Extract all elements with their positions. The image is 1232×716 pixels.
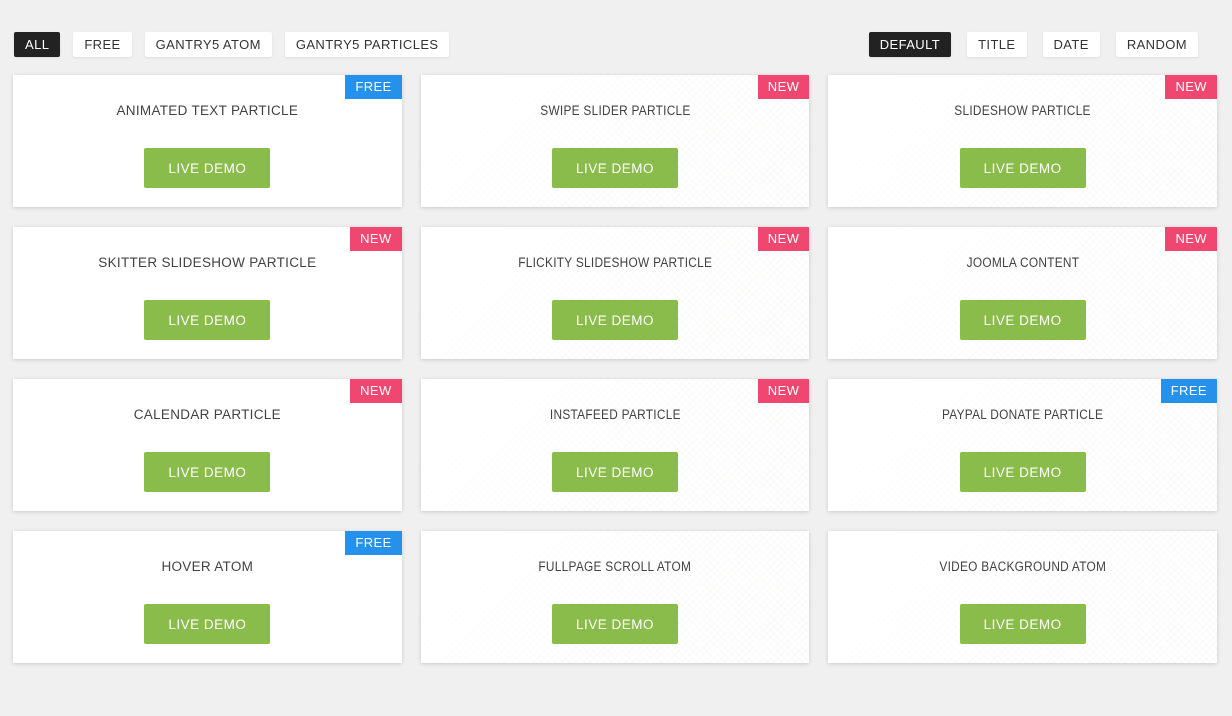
live-demo-button[interactable]: LIVE DEMO: [959, 148, 1086, 188]
card-title: FLICKITY SLIDESHOW PARTICLE: [518, 255, 712, 270]
card-slideshow-particle: NEW SLIDESHOW PARTICLE LIVE DEMO: [828, 75, 1217, 207]
live-demo-button[interactable]: LIVE DEMO: [144, 604, 271, 644]
card-title: INSTAFEED PARTICLE: [549, 407, 681, 422]
card-video-background-atom: VIDEO BACKGROUND ATOM LIVE DEMO: [828, 531, 1217, 663]
card-flickity-slideshow-particle: NEW FLICKITY SLIDESHOW PARTICLE LIVE DEM…: [420, 227, 810, 359]
sort-button-random[interactable]: RANDOM: [1115, 32, 1198, 57]
live-demo-button[interactable]: LIVE DEMO: [551, 148, 678, 188]
card-title: SKITTER SLIDESHOW PARTICLE: [98, 255, 317, 270]
free-badge: FREE: [345, 75, 402, 99]
card-fullpage-scroll-atom: FULLPAGE SCROLL ATOM LIVE DEMO: [420, 531, 810, 663]
new-badge: NEW: [757, 75, 810, 99]
sort-button-title[interactable]: TITLE: [967, 32, 1027, 57]
card-title: FULLPAGE SCROLL ATOM: [538, 559, 692, 574]
live-demo-button[interactable]: LIVE DEMO: [959, 604, 1086, 644]
card-paypal-donate-particle: FREE PAYPAL DONATE PARTICLE LIVE DEMO: [828, 379, 1217, 511]
filter-button-all[interactable]: ALL: [14, 32, 61, 57]
toolbar: ALL FREE GANTRY5 ATOM GANTRY5 PARTICLES …: [14, 32, 1198, 57]
card-title: VIDEO BACKGROUND ATOM: [939, 559, 1107, 574]
card-animated-text-particle: FREE ANIMATED TEXT PARTICLE LIVE DEMO: [13, 75, 402, 207]
new-badge: NEW: [1165, 75, 1217, 99]
live-demo-button[interactable]: LIVE DEMO: [551, 300, 678, 340]
live-demo-button[interactable]: LIVE DEMO: [959, 452, 1086, 492]
card-title: SWIPE SLIDER PARTICLE: [539, 103, 691, 118]
live-demo-button[interactable]: LIVE DEMO: [144, 300, 271, 340]
live-demo-button[interactable]: LIVE DEMO: [551, 604, 678, 644]
new-badge: NEW: [1165, 227, 1217, 251]
card-title: JOOMLA CONTENT: [966, 255, 1079, 270]
card-joomla-content: NEW JOOMLA CONTENT LIVE DEMO: [828, 227, 1217, 359]
card-instafeed-particle: NEW INSTAFEED PARTICLE LIVE DEMO: [420, 379, 810, 511]
new-badge: NEW: [757, 227, 810, 251]
filter-button-gantry5-atom[interactable]: GANTRY5 ATOM: [144, 32, 272, 57]
card-title: PAYPAL DONATE PARTICLE: [942, 407, 1104, 422]
filter-group: ALL FREE GANTRY5 ATOM GANTRY5 PARTICLES: [14, 32, 450, 57]
card-skitter-slideshow-particle: NEW SKITTER SLIDESHOW PARTICLE LIVE DEMO: [13, 227, 402, 359]
filter-button-gantry5-particles[interactable]: GANTRY5 PARTICLES: [284, 32, 450, 57]
card-calendar-particle: NEW CALENDAR PARTICLE LIVE DEMO: [13, 379, 402, 511]
card-swipe-slider-particle: NEW SWIPE SLIDER PARTICLE LIVE DEMO: [420, 75, 810, 207]
card-title: CALENDAR PARTICLE: [133, 407, 281, 422]
card-grid: FREE ANIMATED TEXT PARTICLE LIVE DEMO NE…: [13, 75, 1217, 663]
live-demo-button[interactable]: LIVE DEMO: [959, 300, 1086, 340]
live-demo-button[interactable]: LIVE DEMO: [144, 148, 271, 188]
new-badge: NEW: [757, 379, 810, 403]
live-demo-button[interactable]: LIVE DEMO: [144, 452, 271, 492]
card-title: HOVER ATOM: [161, 559, 254, 574]
card-hover-atom: FREE HOVER ATOM LIVE DEMO: [13, 531, 402, 663]
filter-button-free[interactable]: FREE: [73, 32, 132, 57]
free-badge: FREE: [1160, 379, 1217, 403]
new-badge: NEW: [350, 227, 402, 251]
live-demo-button[interactable]: LIVE DEMO: [551, 452, 678, 492]
sort-group: DEFAULT TITLE DATE RANDOM: [868, 32, 1198, 57]
free-badge: FREE: [345, 531, 402, 555]
new-badge: NEW: [350, 379, 402, 403]
sort-button-default[interactable]: DEFAULT: [868, 32, 952, 57]
card-title: ANIMATED TEXT PARTICLE: [116, 103, 299, 118]
card-title: SLIDESHOW PARTICLE: [954, 103, 1091, 118]
sort-button-date[interactable]: DATE: [1042, 32, 1100, 57]
